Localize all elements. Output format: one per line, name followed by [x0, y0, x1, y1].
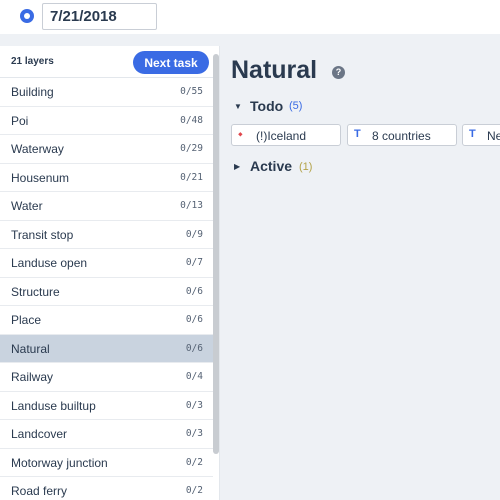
layer-name: Housenum — [11, 170, 70, 185]
sidebar-header: 21 layers Next task — [0, 46, 219, 78]
layer-row[interactable]: Motorway junction 0/2 — [0, 449, 213, 477]
layer-progress: 0/4 — [185, 371, 203, 382]
help-icon[interactable]: ? — [332, 66, 345, 79]
top-divider — [0, 34, 500, 46]
layer-progress: 0/6 — [185, 285, 203, 297]
layer-progress: 0/2 — [185, 456, 203, 468]
app-logo-icon — [20, 9, 34, 23]
layer-progress: 0/48 — [180, 114, 203, 126]
layer-row[interactable]: Place 0/6 — [0, 306, 213, 335]
layer-row[interactable]: Road ferry 0/2 — [0, 477, 213, 500]
chip-label: 8 countries — [372, 129, 431, 143]
layer-name: Transit stop — [11, 227, 74, 242]
layer-name: Structure — [11, 284, 60, 299]
layer-progress: 0/6 — [185, 314, 203, 325]
active-label[interactable]: Active — [250, 158, 292, 174]
date-input[interactable] — [42, 3, 157, 30]
caret-right-icon[interactable]: ▶ — [234, 162, 240, 171]
layer-progress: 0/7 — [185, 257, 203, 268]
layer-progress: 0/29 — [180, 143, 203, 154]
layer-name: Waterway — [11, 142, 64, 156]
layer-row[interactable]: Landuse open 0/7 — [0, 249, 213, 278]
layer-row[interactable]: Poi 0/48 — [0, 107, 213, 135]
layer-name: Place — [11, 313, 42, 327]
layer-row[interactable]: Water 0/13 — [0, 192, 213, 221]
caret-down-icon[interactable]: ▼ — [234, 102, 242, 111]
layer-count: 21 layers — [11, 56, 54, 67]
layer-progress: 0/13 — [180, 200, 203, 211]
layer-row[interactable]: Landuse builtup 0/3 — [0, 392, 213, 420]
layer-name: Water — [11, 199, 43, 213]
layer-progress: 0/55 — [180, 86, 203, 97]
layer-progress: 0/6 — [185, 342, 203, 354]
active-count: (1) — [299, 161, 313, 173]
layer-row[interactable]: Waterway 0/29 — [0, 135, 213, 164]
layer-name: Motorway junction — [11, 455, 108, 470]
layer-progress: 0/2 — [185, 485, 203, 496]
chip-label: Ne — [487, 129, 500, 143]
layer-name: Landuse open — [11, 256, 88, 270]
text-type-icon: T — [469, 128, 476, 140]
diamond-icon: ⬩ — [238, 126, 243, 141]
layer-name: Natural — [11, 341, 50, 356]
next-task-button[interactable]: Next task — [133, 51, 209, 74]
todo-label[interactable]: Todo — [250, 98, 283, 114]
layer-row[interactable]: Housenum 0/21 — [0, 164, 213, 192]
layer-name: Poi — [11, 113, 29, 128]
layer-progress: 0/9 — [185, 228, 203, 240]
main-panel: Natural ? ▼ Todo (5) ⬩ (!)Iceland T 8 co… — [220, 46, 500, 500]
layer-row[interactable]: Landcover 0/3 — [0, 420, 213, 449]
task-chip-ne[interactable]: T Ne — [462, 124, 500, 146]
layer-name: Road ferry — [11, 484, 68, 498]
layer-list: Building 0/55 Poi 0/48 Waterway 0/29 Housenum 0… — [0, 78, 213, 500]
layer-name: Landcover — [11, 427, 68, 441]
layer-name: Building — [11, 85, 54, 99]
todo-count: (5) — [289, 100, 303, 112]
text-type-icon: T — [354, 128, 361, 140]
layer-row[interactable]: Natural 0/6 — [0, 334, 213, 363]
layer-progress: 0/3 — [185, 399, 203, 411]
task-chip-countries[interactable]: T 8 countries — [347, 124, 457, 146]
task-chip-iceland[interactable]: ⬩ (!)Iceland — [231, 124, 341, 146]
page-title: Natural — [231, 56, 318, 84]
layer-name: Railway — [11, 370, 54, 384]
top-bar — [0, 0, 500, 34]
layer-progress: 0/21 — [180, 171, 203, 183]
chip-label: (!)Iceland — [256, 129, 307, 143]
layer-row[interactable]: Building 0/55 — [0, 78, 213, 107]
sidebar-scrollbar[interactable] — [213, 54, 219, 454]
layer-progress: 0/3 — [185, 428, 203, 439]
layer-name: Landuse builtup — [11, 398, 96, 413]
layers-sidebar: 21 layers Next task Building 0/55 Poi 0/48 W… — [0, 46, 220, 500]
layer-row[interactable]: Structure 0/6 — [0, 278, 213, 306]
layer-row[interactable]: Transit stop 0/9 — [0, 221, 213, 249]
layer-row[interactable]: Railway 0/4 — [0, 363, 213, 392]
